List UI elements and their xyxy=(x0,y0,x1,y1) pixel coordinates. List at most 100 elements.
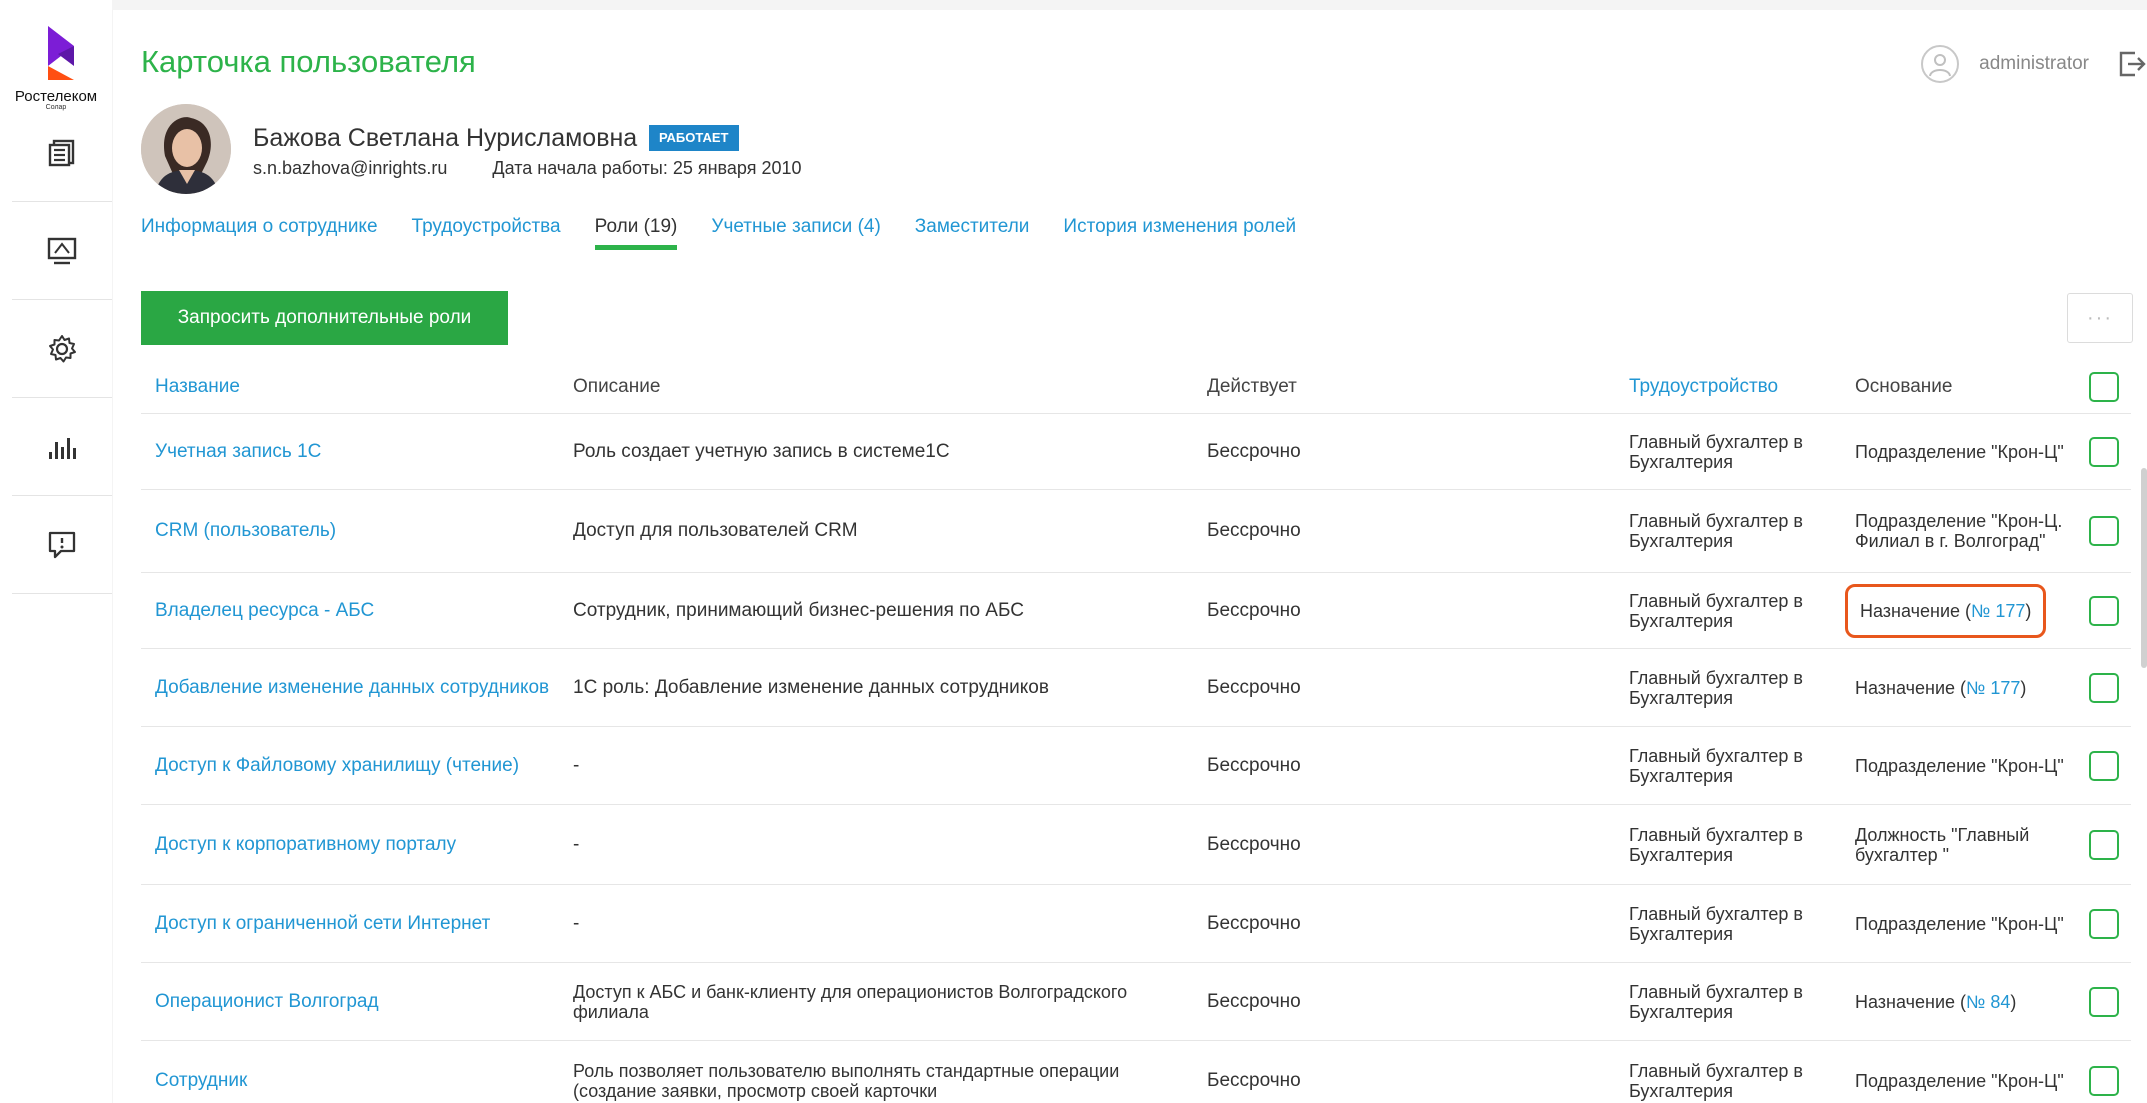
nav-settings[interactable] xyxy=(12,300,112,398)
feedback-icon xyxy=(48,531,76,558)
role-validity: Бессрочно xyxy=(1207,1069,1301,1091)
employee-photo xyxy=(141,104,231,194)
col-header-name[interactable]: Название xyxy=(141,376,565,398)
row-checkbox[interactable] xyxy=(2089,750,2119,781)
role-description: Доступ к АБС и банк-клиенту для операцио… xyxy=(573,981,1128,1022)
role-description: 1С роль: Добавление изменение данных сот… xyxy=(573,676,1049,698)
tab-employment[interactable]: Трудоустройства xyxy=(412,216,561,250)
role-name-link[interactable]: Доступ к Файловому хранилищу (чтение) xyxy=(141,755,565,777)
role-employment: Главный бухгалтер в Бухгалтерия xyxy=(1629,903,1803,944)
bar-chart-icon xyxy=(49,437,76,459)
role-name-link[interactable]: Учетная запись 1С xyxy=(141,441,565,463)
user-avatar-icon[interactable] xyxy=(1921,45,1960,83)
role-basis: Должность "Главный бухгалтер " xyxy=(1855,824,2030,865)
table-row: Учетная запись 1С Роль создает учетную з… xyxy=(141,414,2131,490)
role-basis: Назначение (№ 84) xyxy=(1847,992,2077,1012)
table-row: Владелец ресурса - АБС Сотрудник, приним… xyxy=(141,573,2131,649)
basis-text: Назначение ( xyxy=(1855,991,1967,1012)
role-basis: Подразделение "Крон-Ц" xyxy=(1855,755,2064,776)
monitor-icon xyxy=(47,237,77,264)
col-header-description: Описание xyxy=(573,375,661,397)
table-row: CRM (пользователь) Доступ для пользовате… xyxy=(141,490,2131,573)
role-description: - xyxy=(573,754,580,776)
table-header: Название Описание Действует Трудоустройс… xyxy=(141,360,2131,414)
basis-text: Назначение ( xyxy=(1855,677,1967,698)
role-name-link[interactable]: Добавление изменение данных сотрудников xyxy=(141,677,565,699)
role-basis: Подразделение "Крон-Ц" xyxy=(1855,913,2064,934)
tab-deputies[interactable]: Заместители xyxy=(915,216,1030,250)
table-row: Операционист Волгоград Доступ к АБС и ба… xyxy=(141,963,2131,1041)
table-row: Доступ к Файловому хранилищу (чтение) - … xyxy=(141,727,2131,805)
role-employment: Главный бухгалтер в Бухгалтерия xyxy=(1629,1060,1803,1101)
role-name-link[interactable]: Сотрудник xyxy=(141,1070,565,1092)
row-checkbox[interactable] xyxy=(2089,516,2119,546)
role-employment: Главный бухгалтер в Бухгалтерия xyxy=(1629,511,1803,551)
row-checkbox[interactable] xyxy=(2089,986,2119,1017)
employee-start-date: Дата начала работы: 25 января 2010 xyxy=(492,158,802,178)
more-actions-button[interactable]: ··· xyxy=(2067,293,2133,343)
assignment-link[interactable]: № 177 xyxy=(1971,601,2025,621)
row-checkbox[interactable] xyxy=(2089,595,2119,626)
tab-info[interactable]: Информация о сотруднике xyxy=(141,216,378,250)
role-name-link[interactable]: CRM (пользователь) xyxy=(141,520,565,542)
tab-accounts[interactable]: Учетные записи (4) xyxy=(711,216,880,250)
role-name-link[interactable]: Доступ к корпоративному порталу xyxy=(141,834,565,856)
role-validity: Бессрочно xyxy=(1207,599,1301,621)
role-description: - xyxy=(573,833,580,855)
role-description: Роль позволяет пользователю выполнять ст… xyxy=(573,1060,1120,1101)
select-all-checkbox[interactable] xyxy=(2089,371,2119,402)
assignment-link[interactable]: № 84 xyxy=(1966,992,2010,1012)
nav-documents[interactable] xyxy=(12,104,112,202)
highlighted-basis: Назначение (№ 177) xyxy=(1845,583,2047,638)
col-header-employment[interactable]: Трудоустройство xyxy=(1621,376,1847,397)
role-basis: Назначение (№ 177) xyxy=(1845,583,2077,638)
nav-reports[interactable] xyxy=(12,398,112,496)
role-validity: Бессрочно xyxy=(1207,520,1301,541)
assignment-link[interactable]: № 177 xyxy=(1966,678,2020,698)
col-header-basis: Основание xyxy=(1855,375,1953,397)
role-basis: Подразделение "Крон-Ц" xyxy=(1855,441,2064,462)
role-basis: Подразделение "Крон-Ц. Филиал в г. Волго… xyxy=(1855,511,2063,551)
roles-table: Название Описание Действует Трудоустройс… xyxy=(141,360,2131,1103)
sidebar: Ростелеком Солар xyxy=(0,0,112,1103)
nav-monitor[interactable] xyxy=(12,202,112,300)
role-basis: Подразделение "Крон-Ц" xyxy=(1855,1070,2064,1091)
role-name-link[interactable]: Операционист Волгоград xyxy=(141,991,565,1013)
row-checkbox[interactable] xyxy=(2089,829,2119,860)
employee-name: Бажова Светлана Нурисламовна xyxy=(253,124,638,152)
row-checkbox[interactable] xyxy=(2089,672,2119,703)
role-validity: Бессрочно xyxy=(1207,440,1301,462)
user-name[interactable]: administrator xyxy=(1979,53,2089,75)
rostelecom-logo-icon xyxy=(48,26,74,80)
logo-text: Ростелеком xyxy=(14,88,98,105)
role-employment: Главный бухгалтер в Бухгалтерия xyxy=(1629,590,1803,631)
role-validity: Бессрочно xyxy=(1207,990,1301,1012)
role-name-link[interactable]: Владелец ресурса - АБС xyxy=(141,600,565,622)
employee-email: s.n.bazhova@inrights.ru xyxy=(253,158,448,178)
table-row: Доступ к ограниченной сети Интернет - Бе… xyxy=(141,885,2131,963)
row-checkbox[interactable] xyxy=(2089,436,2119,467)
role-employment: Главный бухгалтер в Бухгалтерия xyxy=(1629,667,1803,708)
role-description: Доступ для пользователей CRM xyxy=(573,520,858,541)
role-name-link[interactable]: Доступ к ограниченной сети Интернет xyxy=(141,913,565,935)
gear-icon xyxy=(49,334,76,362)
nav-feedback[interactable] xyxy=(12,496,112,594)
employee-meta: s.n.bazhova@inrights.ru Дата начала рабо… xyxy=(253,158,842,179)
logout-icon[interactable] xyxy=(2117,48,2147,80)
role-basis: Назначение (№ 177) xyxy=(1847,678,2077,698)
tab-roles[interactable]: Роли (19) xyxy=(594,216,677,250)
basis-text-end: ) xyxy=(2010,991,2017,1012)
role-description: Роль создает учетную запись в системе1С xyxy=(573,440,950,462)
role-validity: Бессрочно xyxy=(1207,833,1301,855)
row-checkbox[interactable] xyxy=(2089,908,2119,939)
page-title: Карточка пользователя xyxy=(141,44,476,79)
vertical-scrollbar[interactable] xyxy=(2141,468,2147,668)
tab-role-history[interactable]: История изменения ролей xyxy=(1063,216,1296,250)
row-checkbox[interactable] xyxy=(2089,1065,2119,1096)
table-row: Доступ к корпоративному порталу - Бессро… xyxy=(141,805,2131,885)
role-description: Сотрудник, принимающий бизнес-решения по… xyxy=(573,599,1024,621)
table-row: Сотрудник Роль позволяет пользователю вы… xyxy=(141,1041,2131,1103)
basis-text: Назначение ( xyxy=(1860,600,1972,621)
role-description: - xyxy=(573,912,580,934)
request-roles-button[interactable]: Запросить дополнительные роли xyxy=(141,291,508,345)
